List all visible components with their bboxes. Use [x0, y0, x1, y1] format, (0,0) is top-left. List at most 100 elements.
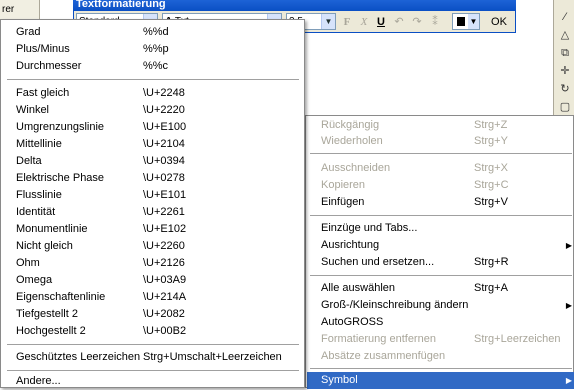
symbol-item-property-line[interactable]: Eigenschaftenlinie \U+214A [2, 289, 303, 306]
menu-item-change-case[interactable]: Groß-/Kleinschreibung ändern ▶ [307, 297, 574, 314]
symbol-name: Tiefgestellt 2 [16, 308, 78, 320]
symbol-item-boundary-line[interactable]: Umgrenzungslinie \U+E100 [2, 119, 303, 136]
symbol-item-nonbreaking-space[interactable]: Geschütztes Leerzeichen Strg+Umschalt+Lee… [2, 349, 303, 366]
symbol-name: Andere... [16, 375, 61, 387]
menu-item-label: Alle auswählen [321, 282, 395, 294]
symbol-item-flow-line[interactable]: Flusslinie \U+E101 [2, 187, 303, 204]
chevron-down-icon[interactable]: ▼ [321, 14, 335, 29]
menu-item-shortcut: Strg+Leerzeichen [474, 333, 561, 345]
stack-icon[interactable]: ⁑ [428, 15, 442, 29]
symbol-item-almost-equal[interactable]: Fast gleich \U+2248 [2, 85, 303, 102]
symbol-item-identity[interactable]: Identität \U+2261 [2, 204, 303, 221]
symbol-name: Umgrenzungslinie [16, 121, 105, 133]
menu-item-label: AutoGROSS [321, 316, 384, 328]
ok-button[interactable]: OK [484, 14, 514, 30]
menu-item-label: Ausrichtung [321, 239, 380, 251]
menu-item-find-replace[interactable]: Suchen und ersetzen... Strg+R [307, 254, 574, 271]
menu-item-label: Rückgängig [321, 119, 380, 131]
menu-item-undo[interactable]: Rückgängig Strg+Z [307, 117, 574, 134]
menu-item-shortcut: Strg+Y [474, 135, 508, 147]
text-formatting-title: Textformatierung [73, 0, 516, 11]
symbol-code: \U+2261 [143, 206, 185, 218]
underline-button[interactable]: U [374, 15, 388, 29]
symbol-name: Identität [16, 206, 56, 218]
symbol-code: \U+0278 [143, 172, 185, 184]
menu-item-combine-paragraphs[interactable]: Absätze zusammenfügen [307, 348, 574, 365]
triangle-tool-icon[interactable]: △ [558, 28, 572, 42]
symbol-item-omega[interactable]: Omega \U+03A9 [2, 272, 303, 289]
menu-separator [7, 370, 299, 371]
symbol-item-superscript-2[interactable]: Hochgestellt 2 \U+00B2 [2, 323, 303, 340]
symbol-submenu: Grad %%d Plus/Minus %%p Durchmesser %%c Fas… [0, 19, 305, 388]
symbol-code: \U+2248 [143, 87, 185, 99]
symbol-item-ohm[interactable]: Ohm \U+2126 [2, 255, 303, 272]
color-dropdown[interactable]: ▼ [452, 13, 480, 30]
menu-item-shortcut: Strg+V [474, 196, 508, 208]
symbol-code: \U+E100 [143, 121, 187, 133]
submenu-arrow-icon: ▶ [565, 376, 572, 385]
symbol-name: Omega [16, 274, 53, 286]
symbol-name: Geschütztes Leerzeichen [16, 351, 141, 363]
right-toolbar: ⁄ △ ⧉ ✛ ↻ ▢ [553, 0, 574, 115]
symbol-name: Durchmesser [16, 60, 82, 72]
menu-item-label: Kopieren [321, 179, 366, 191]
italic-button[interactable]: X [357, 15, 371, 29]
menu-item-redo[interactable]: Wiederholen Strg+Y [307, 133, 574, 150]
menu-item-remove-formatting[interactable]: Formatierung entfernen Strg+Leerzeichen [307, 331, 574, 348]
symbol-item-angle[interactable]: Winkel \U+2220 [2, 102, 303, 119]
symbol-code: \U+03A9 [143, 274, 187, 286]
menu-item-label: Symbol [321, 374, 358, 386]
copy-tool-icon[interactable]: ⧉ [558, 46, 572, 60]
symbol-code: Strg+Umschalt+Leerzeichen [143, 351, 282, 363]
symbol-code: \U+2220 [143, 104, 185, 116]
symbol-code: \U+2104 [143, 138, 185, 150]
bold-button[interactable]: F [340, 15, 354, 29]
menu-item-copy[interactable]: Kopieren Strg+C [307, 177, 574, 194]
symbol-code: \U+0394 [143, 155, 185, 167]
symbol-name: Elektrische Phase [16, 172, 105, 184]
symbol-code: \U+00B2 [143, 325, 187, 337]
symbol-item-plus-minus[interactable]: Plus/Minus %%p [2, 41, 303, 58]
menu-separator [7, 344, 299, 345]
symbol-name: Winkel [16, 104, 50, 116]
symbol-item-other[interactable]: Andere... [2, 373, 303, 390]
symbol-item-center-line[interactable]: Mittellinie \U+2104 [2, 136, 303, 153]
menu-separator [310, 368, 572, 369]
symbol-item-monument-line[interactable]: Monumentlinie \U+E102 [2, 221, 303, 238]
redo-icon[interactable]: ↷ [410, 15, 424, 29]
submenu-arrow-icon: ▶ [565, 241, 572, 250]
menu-item-symbol[interactable]: Symbol ▶ [307, 372, 574, 389]
symbol-name: Ohm [16, 257, 40, 269]
move-tool-icon[interactable]: ✛ [558, 64, 572, 78]
color-swatch [457, 17, 465, 26]
scale-tool-icon[interactable]: ▢ [558, 100, 572, 114]
rotate-tool-icon[interactable]: ↻ [558, 82, 572, 96]
menu-item-alignment[interactable]: Ausrichtung ▶ [307, 237, 574, 254]
symbol-item-subscript-2[interactable]: Tiefgestellt 2 \U+2082 [2, 306, 303, 323]
symbol-code: \U+E101 [143, 189, 187, 201]
symbol-code: %%d [143, 26, 169, 38]
menu-item-indents-tabs[interactable]: Einzüge und Tabs... [307, 220, 574, 237]
symbol-item-electrical-phase[interactable]: Elektrische Phase \U+0278 [2, 170, 303, 187]
symbol-item-not-equal[interactable]: Nicht gleich \U+2260 [2, 238, 303, 255]
menu-separator [310, 275, 572, 276]
menu-item-cut[interactable]: Ausschneiden Strg+X [307, 160, 574, 177]
menu-item-select-all[interactable]: Alle auswählen Strg+A [307, 280, 574, 297]
menu-separator [310, 215, 572, 216]
symbol-item-degree[interactable]: Grad %%d [2, 24, 303, 41]
symbol-name: Mittellinie [16, 138, 62, 150]
symbol-name: Plus/Minus [16, 43, 70, 55]
symbol-item-delta[interactable]: Delta \U+0394 [2, 153, 303, 170]
left-panel-label: rer [2, 4, 15, 15]
menu-item-autocaps[interactable]: AutoGROSS [307, 314, 574, 331]
symbol-name: Eigenschaftenlinie [16, 291, 106, 303]
menu-item-paste[interactable]: Einfügen Strg+V [307, 194, 574, 211]
symbol-name: Monumentlinie [16, 223, 88, 235]
chevron-down-icon[interactable]: ▼ [468, 14, 479, 29]
symbol-name: Delta [16, 155, 42, 167]
undo-icon[interactable]: ↶ [392, 15, 406, 29]
context-menu: Rückgängig Strg+Z Wiederholen Strg+Y Aussc… [305, 115, 574, 389]
symbol-code: \U+214A [143, 291, 187, 303]
line-tool-icon[interactable]: ⁄ [558, 10, 572, 24]
symbol-item-diameter[interactable]: Durchmesser %%c [2, 58, 303, 75]
